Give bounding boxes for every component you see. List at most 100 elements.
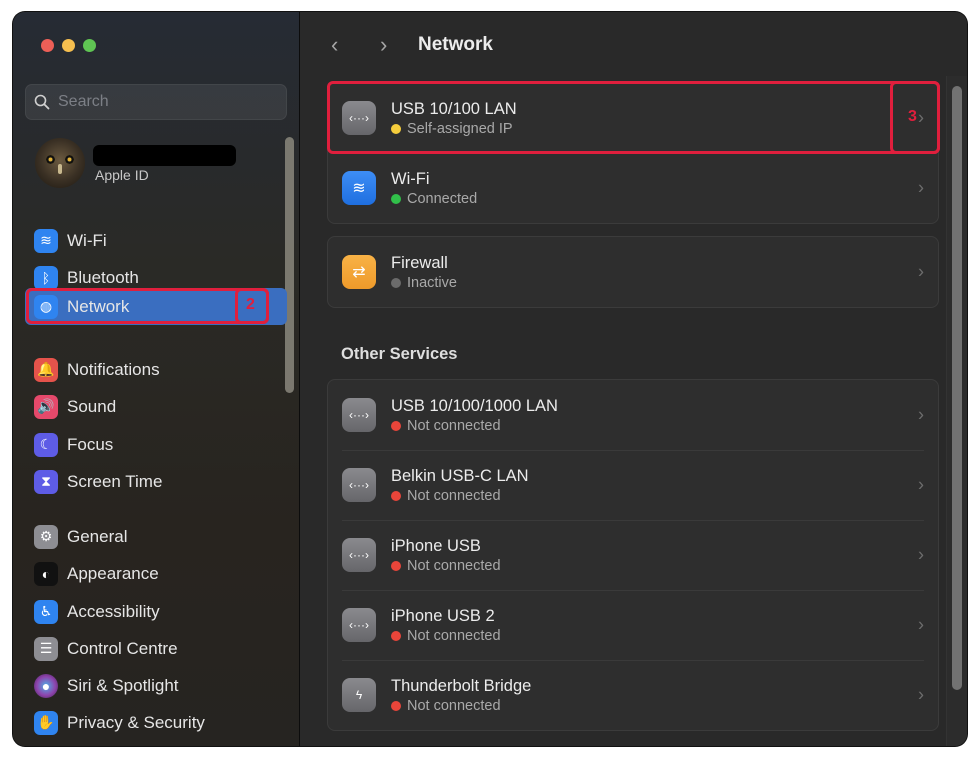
wifi-icon: ≋ <box>342 171 376 205</box>
service-row[interactable]: ‹···› Belkin USB-C LAN Not connected › <box>328 450 938 520</box>
annotation-box-2 <box>26 288 269 324</box>
zoom-button[interactable] <box>83 39 96 52</box>
search-field[interactable] <box>25 84 287 120</box>
status-text: Not connected <box>407 418 501 434</box>
sidebar-item-appearance[interactable]: ◐ Appearance <box>25 555 287 592</box>
sidebar-item-privacy-security[interactable]: ✋ Privacy & Security <box>25 704 287 741</box>
sidebar-item-label: Control Centre <box>67 638 178 658</box>
status-dot-icon <box>391 421 401 431</box>
status-text: Not connected <box>407 628 501 644</box>
annotation-number-3: 3 <box>908 108 917 125</box>
service-name: Belkin USB-C LAN <box>391 467 529 485</box>
sidebar-item-label: Appearance <box>67 563 159 583</box>
status-text: Connected <box>407 191 478 207</box>
status-text: Inactive <box>407 275 457 291</box>
sidebar-item-general[interactable]: ⚙ General <box>25 518 287 555</box>
sidebar-item-siri-spotlight[interactable]: ● Siri & Spotlight <box>25 667 287 704</box>
status-dot-icon <box>391 561 401 571</box>
toggles-icon: ☰ <box>34 636 58 661</box>
main-pane: ‹ › Network ‹···› USB 10/100 LAN Self-assi… <box>300 12 967 746</box>
sidebar-item-control-centre[interactable]: ☰ Control Centre <box>25 630 287 667</box>
appearance-icon: ◐ <box>34 561 58 586</box>
other-services-heading: Other Services <box>341 345 458 363</box>
chevron-right-icon[interactable]: › <box>918 545 924 566</box>
service-status: Not connected <box>391 488 529 504</box>
chevron-right-icon[interactable]: › <box>918 475 924 496</box>
service-status: Inactive <box>391 275 457 291</box>
sidebar-item-wifi[interactable]: ≋ Wi-Fi <box>25 222 287 259</box>
sidebar-item-label: Screen Time <box>67 471 163 491</box>
sidebar-item-label: Accessibility <box>67 601 160 621</box>
search-input[interactable] <box>56 92 270 112</box>
forward-button[interactable]: › <box>380 32 387 58</box>
sidebar-item-label: Privacy & Security <box>67 712 205 732</box>
bluetooth-icon: ᛒ <box>34 265 58 290</box>
chevron-right-icon[interactable]: › <box>918 262 924 283</box>
redacted-account-name <box>93 145 236 166</box>
sidebar-item-sound[interactable]: 🔊 Sound <box>25 388 287 425</box>
service-row[interactable]: ⇄ Firewall Inactive › <box>328 237 938 307</box>
sidebar: Apple ID ≋Wi-FiᛒBluetooth◍Network🔔Notifi… <box>13 12 300 746</box>
service-name: Wi-Fi <box>391 170 430 188</box>
ethernet-icon: ‹···› <box>342 608 376 642</box>
window-controls <box>41 39 96 52</box>
toolbar: ‹ › Network <box>300 12 967 76</box>
service-row[interactable]: ‹···› USB 10/100/1000 LAN Not connected › <box>328 380 938 450</box>
wifi-icon: ≋ <box>34 228 58 253</box>
apple-id-label: Apple ID <box>95 167 149 183</box>
status-dot-icon <box>391 491 401 501</box>
other-services-card: ‹···› USB 10/100/1000 LAN Not connected › ‹·… <box>327 379 939 731</box>
sidebar-item-focus[interactable]: ☾ Focus <box>25 426 287 463</box>
service-name: Thunderbolt Bridge <box>391 677 532 695</box>
service-status: Not connected <box>391 698 531 714</box>
firewall-shield-icon: ⇄ <box>342 255 376 289</box>
service-row[interactable]: ≋ Wi-Fi Connected › <box>328 153 938 223</box>
sidebar-item-notifications[interactable]: 🔔 Notifications <box>25 351 287 388</box>
service-row[interactable]: ‹···› iPhone USB Not connected › <box>328 520 938 590</box>
chevron-right-icon[interactable]: › <box>918 178 924 199</box>
sidebar-item-accessibility[interactable]: ♿ Accessibility <box>25 593 287 630</box>
chevron-right-icon[interactable]: › <box>918 615 924 636</box>
status-dot-icon <box>391 194 401 204</box>
sidebar-item-label: Siri & Spotlight <box>67 675 179 695</box>
service-row[interactable]: ϟ Thunderbolt Bridge Not connected › <box>328 660 938 730</box>
service-row[interactable]: ‹···› iPhone USB 2 Not connected › <box>328 590 938 660</box>
service-status: Connected <box>391 191 477 207</box>
annotation-number-2: 2 <box>246 296 255 313</box>
status-dot-icon <box>391 701 401 711</box>
service-name: iPhone USB 2 <box>391 607 495 625</box>
chevron-right-icon[interactable]: › <box>918 405 924 426</box>
status-text: Not connected <box>407 488 501 504</box>
status-dot-icon <box>391 278 401 288</box>
close-button[interactable] <box>41 39 54 52</box>
service-status: Not connected <box>391 558 501 574</box>
hand-icon: ✋ <box>34 710 58 735</box>
firewall-card: ⇄ Firewall Inactive › <box>327 236 939 308</box>
page-title: Network <box>418 34 493 55</box>
service-name: USB 10/100/1000 LAN <box>391 397 558 415</box>
gear-icon: ⚙ <box>34 524 58 549</box>
ethernet-icon: ‹···› <box>342 398 376 432</box>
back-button[interactable]: ‹ <box>331 32 338 58</box>
service-name: Firewall <box>391 254 448 272</box>
thunderbolt-icon: ϟ <box>342 678 376 712</box>
main-scrollbar-thumb[interactable] <box>952 86 962 690</box>
system-settings-window: Apple ID ≋Wi-FiᛒBluetooth◍Network🔔Notifi… <box>13 12 967 746</box>
accessibility-icon: ♿ <box>34 599 58 624</box>
status-dot-icon <box>391 631 401 641</box>
moon-icon: ☾ <box>34 432 58 457</box>
ethernet-icon: ‹···› <box>342 468 376 502</box>
sidebar-item-label: General <box>67 526 128 546</box>
chevron-right-icon[interactable]: › <box>918 685 924 706</box>
bell-icon: 🔔 <box>34 357 58 382</box>
status-text: Not connected <box>407 698 501 714</box>
sidebar-item-screen-time[interactable]: ⧗ Screen Time <box>25 463 287 500</box>
sidebar-item-label: Wi-Fi <box>67 230 107 250</box>
sidebar-item-label: Sound <box>67 396 117 416</box>
apple-id-profile[interactable]: Apple ID <box>35 138 236 188</box>
service-status: Not connected <box>391 628 501 644</box>
speaker-icon: 🔊 <box>34 394 58 419</box>
sidebar-item-label: Bluetooth <box>67 267 139 287</box>
sidebar-item-label: Focus <box>67 434 114 454</box>
minimize-button[interactable] <box>62 39 75 52</box>
